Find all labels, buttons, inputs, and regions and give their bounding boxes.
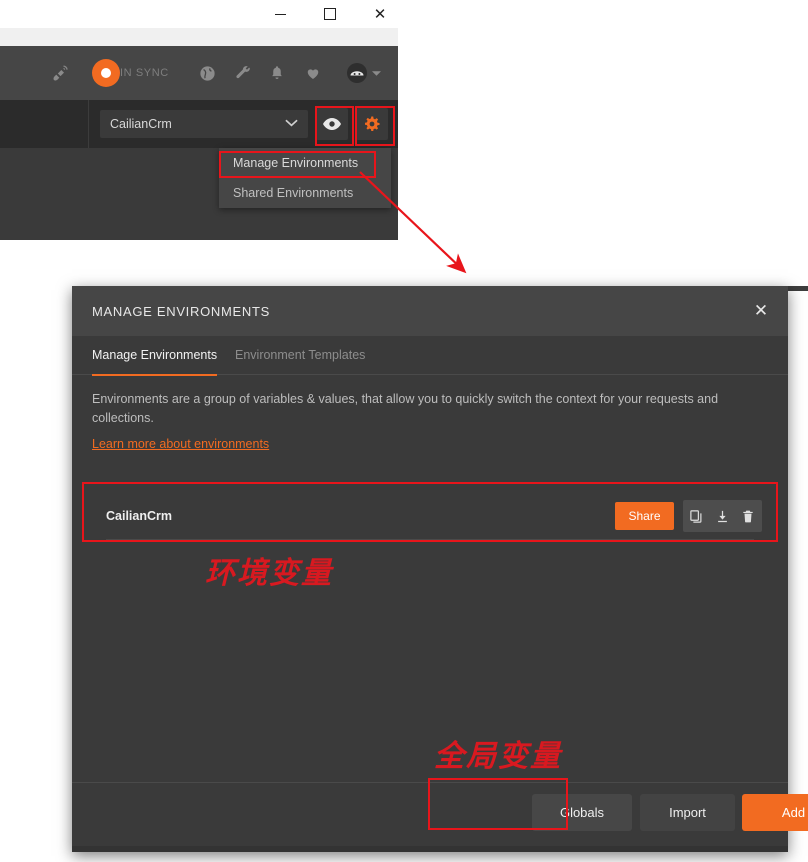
- share-button[interactable]: Share: [615, 502, 674, 530]
- environment-settings-button[interactable]: [356, 108, 388, 140]
- dialog-description: Environments are a group of variables & …: [92, 392, 719, 425]
- manage-environments-dialog: MANAGE ENVIRONMENTS ✕ Manage Environment…: [72, 286, 808, 852]
- dialog-tabs: Manage Environments Environment Template…: [72, 336, 788, 376]
- dialog-header: MANAGE ENVIRONMENTS ✕: [72, 286, 788, 336]
- sync-logo-inner-dot: [101, 68, 111, 78]
- dialog-title: MANAGE ENVIRONMENTS: [92, 303, 270, 319]
- tab-manage-environments[interactable]: Manage Environments: [92, 336, 218, 376]
- bell-icon[interactable]: [262, 46, 292, 100]
- caret-down-icon[interactable]: [368, 46, 384, 100]
- window-close-button[interactable]: ✕: [357, 0, 403, 28]
- heart-icon[interactable]: [298, 46, 328, 100]
- window-minimize-button[interactable]: [257, 0, 303, 28]
- dialog-footer: Globals Import Add: [72, 783, 808, 852]
- minimize-icon: [274, 13, 286, 15]
- environment-name: CailianCrm: [106, 509, 172, 523]
- dialog-bottom-strip: [72, 846, 788, 852]
- add-button[interactable]: Add: [742, 794, 808, 831]
- environment-select[interactable]: CailianCrm: [100, 110, 308, 138]
- app-toolbar: IN SYNC: [0, 46, 398, 100]
- dialog-close-button[interactable]: ✕: [748, 298, 774, 324]
- menu-item-shared-environments[interactable]: Shared Environments: [219, 178, 391, 208]
- close-icon: ✕: [373, 4, 387, 23]
- window-title-bar: ✕: [0, 0, 808, 28]
- environment-row-actions: [683, 500, 762, 532]
- environment-quick-look-button[interactable]: [316, 108, 348, 140]
- delete-icon[interactable]: [735, 500, 761, 532]
- menu-item-manage-environments[interactable]: Manage Environments: [219, 148, 391, 178]
- maximize-icon: [324, 8, 336, 20]
- eye-icon: [323, 118, 341, 130]
- annotation-note-environment-variables: 环境变量: [205, 556, 333, 591]
- environment-list-item[interactable]: CailianCrm Share: [84, 492, 776, 540]
- environment-select-label: CailianCrm: [110, 117, 172, 131]
- globals-button[interactable]: Globals: [532, 794, 632, 831]
- menu-strip: [0, 28, 398, 46]
- tab-environment-templates[interactable]: Environment Templates: [235, 336, 365, 374]
- learn-more-link[interactable]: Learn more about environments: [92, 437, 269, 451]
- window-maximize-button[interactable]: [307, 0, 353, 28]
- wrench-icon[interactable]: [228, 46, 258, 100]
- import-button[interactable]: Import: [640, 794, 735, 831]
- sync-status-label: IN SYNC: [120, 67, 169, 79]
- copy-icon[interactable]: [683, 500, 709, 532]
- environment-settings-menu: Manage Environments Shared Environments: [219, 148, 391, 208]
- sync-logo-circle: [92, 59, 120, 87]
- environment-row-divider: [106, 539, 754, 540]
- gear-icon: [365, 116, 380, 132]
- annotation-note-global-variables: 全局变量: [434, 739, 562, 774]
- satellite-icon[interactable]: [44, 46, 78, 100]
- globe-icon[interactable]: [192, 46, 222, 100]
- download-icon[interactable]: [709, 500, 735, 532]
- envbar-divider: [88, 100, 89, 148]
- chevron-down-icon: [285, 115, 298, 130]
